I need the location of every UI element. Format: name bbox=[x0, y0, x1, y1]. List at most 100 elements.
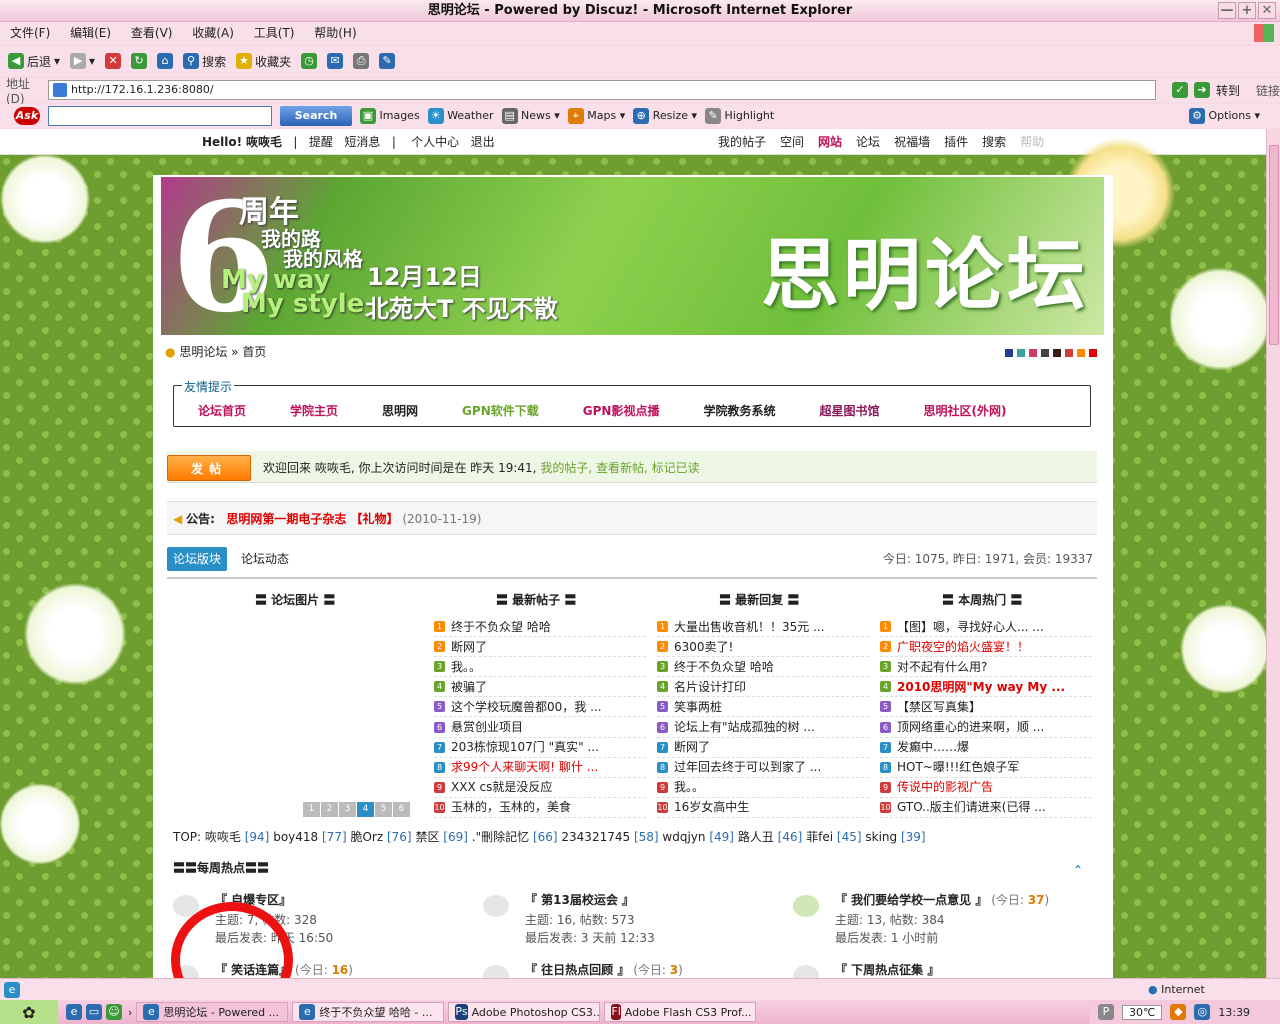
friendly-link[interactable]: 学院主页 bbox=[290, 402, 338, 419]
menu-favorites[interactable]: 收藏(A) bbox=[192, 26, 234, 40]
list-item[interactable]: 7 203栋惊现107门 "真实" ... bbox=[434, 738, 646, 758]
list-item[interactable]: 10 GTO..版主们请进来(已得 ... bbox=[880, 798, 1092, 818]
history-icon[interactable]: ◷ bbox=[301, 53, 318, 69]
friendly-link[interactable]: GPN软件下载 bbox=[462, 402, 539, 419]
nav-profile[interactable]: 个人中心 bbox=[411, 135, 459, 149]
top-poster-name[interactable]: 禁区 bbox=[415, 830, 439, 844]
color-swatch[interactable] bbox=[1053, 349, 1061, 357]
desktop-quicklaunch-icon[interactable]: ▭ bbox=[86, 1004, 102, 1020]
shield-icon[interactable]: ◆ bbox=[1170, 1004, 1187, 1020]
resize-button[interactable]: ⊕ Resize ▾ bbox=[633, 108, 697, 124]
favorites-button[interactable]: ★ 收藏夹 bbox=[236, 53, 291, 70]
board-title[interactable]: 『 下周热点征集 』 bbox=[835, 963, 939, 977]
board-title[interactable]: 『 我们要给学校一点意见 』 bbox=[835, 893, 987, 907]
images-button[interactable]: ▣ Images bbox=[360, 108, 420, 124]
pager-button[interactable]: 5 bbox=[375, 802, 392, 817]
list-item[interactable]: 4 被骗了 bbox=[434, 677, 646, 698]
ie-quicklaunch-icon[interactable]: e bbox=[66, 1004, 82, 1020]
list-item[interactable]: 2 断网了 bbox=[434, 637, 646, 658]
forward-button[interactable]: ▶ ▾ bbox=[70, 53, 95, 69]
list-item-title[interactable]: 过年回去终于可以到家了 ... bbox=[674, 758, 821, 777]
top-poster-name[interactable]: 路人丑 bbox=[738, 830, 774, 844]
menu-view[interactable]: 查看(V) bbox=[131, 26, 173, 40]
nav-website[interactable]: 网站 bbox=[818, 129, 842, 155]
list-item[interactable]: 1 【图】嗯，寻找好心人... ... bbox=[880, 617, 1092, 638]
welcome-links[interactable]: 我的帖子, 查看新帖, 标记已读 bbox=[540, 461, 699, 475]
color-swatch[interactable] bbox=[1089, 349, 1097, 357]
nav-wishwall[interactable]: 祝福墙 bbox=[894, 129, 930, 155]
color-swatch[interactable] bbox=[1077, 349, 1085, 357]
color-swatch[interactable] bbox=[1065, 349, 1073, 357]
board-title[interactable]: 『 第13届校运会 』 bbox=[525, 893, 634, 907]
refresh-icon[interactable]: ↻ bbox=[131, 53, 148, 69]
list-item-title[interactable]: 终于不负众望 哈哈 bbox=[674, 657, 774, 676]
top-poster-name[interactable]: 菲fei bbox=[806, 830, 833, 844]
color-swatch[interactable] bbox=[1041, 349, 1049, 357]
nav-messages[interactable]: 短消息 bbox=[344, 135, 380, 149]
friendly-link[interactable]: 学院教务系统 bbox=[703, 402, 775, 419]
board-title[interactable]: 『 往日热点回顾 』 bbox=[525, 963, 629, 977]
weather-button[interactable]: ☀ Weather bbox=[427, 108, 494, 124]
list-item-title[interactable]: 断网了 bbox=[451, 637, 487, 656]
list-item-title[interactable]: 悬赏创业项目 bbox=[451, 717, 523, 736]
list-item-title[interactable]: 笑事两桩 bbox=[674, 697, 722, 716]
pager-button[interactable]: 2 bbox=[321, 802, 338, 817]
list-item[interactable]: 7 发癫中……爆 bbox=[880, 738, 1092, 758]
friendly-link[interactable]: 超星图书馆 bbox=[819, 402, 879, 419]
stop-icon[interactable]: ✕ bbox=[105, 53, 122, 69]
friendly-link[interactable]: GPN影视点播 bbox=[583, 402, 660, 419]
nav-logout[interactable]: 退出 bbox=[471, 135, 495, 149]
list-item-title[interactable]: 我。。 bbox=[674, 778, 704, 797]
list-item-title[interactable]: HOT~曝!!!红色娘子军 bbox=[897, 758, 1019, 777]
menu-edit[interactable]: 编辑(E) bbox=[70, 26, 111, 40]
color-swatch[interactable] bbox=[1029, 349, 1037, 357]
top-poster-name[interactable]: boy418 bbox=[273, 830, 318, 844]
list-item[interactable]: 9 XXX cs就是没反应 bbox=[434, 778, 646, 798]
list-item-title[interactable]: 发癫中……爆 bbox=[897, 738, 969, 757]
address-input[interactable]: http://172.16.1.236:8080/ bbox=[48, 80, 1156, 100]
announce-title[interactable]: 思明网第一期电子杂志 【礼物】 bbox=[226, 512, 398, 526]
breadcrumb-home[interactable]: 思明论坛 bbox=[179, 345, 227, 359]
scroll-thumb[interactable] bbox=[1269, 145, 1279, 345]
pager-button[interactable]: 1 bbox=[303, 802, 320, 817]
ask-logo[interactable]: Ask bbox=[14, 107, 40, 125]
top-poster-name[interactable]: ."刪除記忆 bbox=[472, 830, 529, 844]
color-swatch[interactable] bbox=[1005, 349, 1013, 357]
list-item[interactable]: 8 过年回去终于可以到家了 ... bbox=[657, 758, 869, 778]
friendly-link[interactable]: 思明社区(外网) bbox=[923, 402, 1006, 419]
list-item[interactable]: 5 笑事两桩 bbox=[657, 697, 869, 718]
list-item-title[interactable]: 终于不负众望 哈哈 bbox=[451, 617, 551, 636]
go-arrow-icon[interactable]: ➜ bbox=[1193, 82, 1210, 98]
vertical-scrollbar[interactable] bbox=[1266, 129, 1280, 978]
nav-forum[interactable]: 论坛 bbox=[856, 129, 880, 155]
tab-activity[interactable]: 论坛动态 bbox=[241, 547, 289, 571]
task-photoshop[interactable]: Ps Adobe Photoshop CS3... bbox=[448, 1002, 601, 1022]
list-item-title[interactable]: 被骗了 bbox=[451, 677, 487, 696]
print-icon[interactable]: ⎙ bbox=[353, 53, 370, 69]
list-item[interactable]: 8 HOT~曝!!!红色娘子军 bbox=[880, 758, 1092, 778]
pager-button[interactable]: 6 bbox=[393, 802, 410, 817]
start-button[interactable]: ✿ bbox=[0, 1000, 58, 1024]
links-label[interactable]: 链接 bbox=[1256, 82, 1280, 99]
task-flash[interactable]: Fl Adobe Flash CS3 Prof... bbox=[604, 1002, 757, 1022]
top-poster-name[interactable]: sking bbox=[865, 830, 897, 844]
list-item[interactable]: 3 终于不负众望 哈哈 bbox=[657, 657, 869, 678]
chevron-down-icon[interactable]: ▾ bbox=[54, 54, 60, 68]
list-item-title[interactable]: 顶网络重心的进来啊，顺 ... bbox=[897, 717, 1044, 736]
list-item-title[interactable]: 大量出售收音机！！35元 ... bbox=[674, 617, 825, 636]
edit-icon[interactable]: ✎ bbox=[379, 53, 396, 69]
temperature-widget[interactable]: 30℃ bbox=[1122, 1004, 1163, 1020]
task-forum[interactable]: e 思明论坛 - Powered ... bbox=[136, 1002, 289, 1022]
go-button[interactable]: 转到 bbox=[1216, 82, 1240, 99]
username[interactable]: 咴咴毛 bbox=[246, 135, 282, 149]
color-swatch[interactable] bbox=[1017, 349, 1025, 357]
task-post[interactable]: e 终于不负众望 哈哈 - ... bbox=[292, 1002, 445, 1022]
list-item[interactable]: 10 16岁女高中生 bbox=[657, 798, 869, 818]
list-item[interactable]: 3 对不起有什么用? bbox=[880, 657, 1092, 678]
list-item-title[interactable]: 广职夜空的焰火盛宴！！ bbox=[897, 637, 1029, 656]
ask-search-button[interactable]: Search bbox=[280, 106, 352, 126]
list-item[interactable]: 9 我。。 bbox=[657, 778, 869, 798]
new-post-button[interactable]: 发帖 bbox=[167, 455, 251, 481]
back-button[interactable]: ◀ 后退 ▾ bbox=[8, 53, 60, 70]
home-icon[interactable]: ⌂ bbox=[157, 53, 174, 69]
